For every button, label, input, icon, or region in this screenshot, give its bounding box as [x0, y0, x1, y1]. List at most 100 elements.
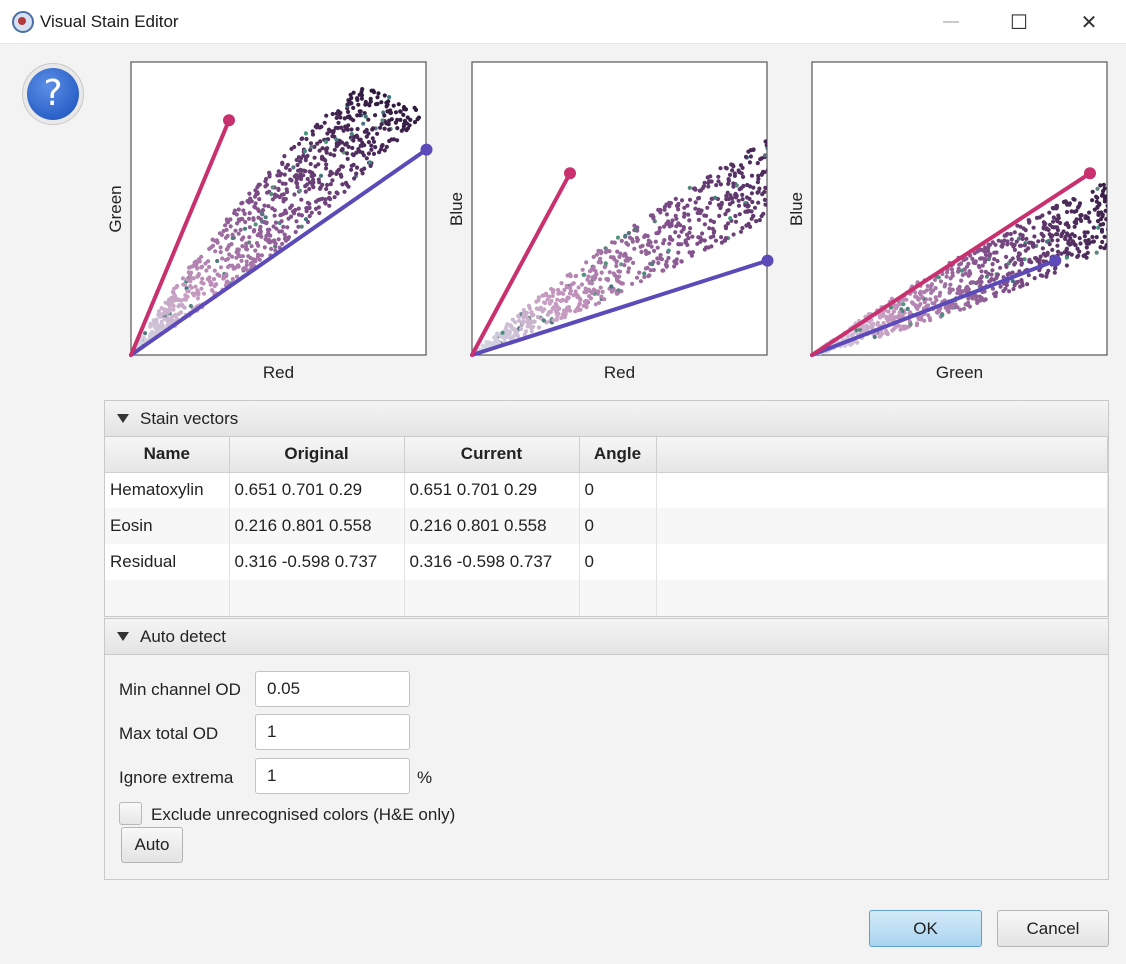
scatter-point	[1077, 236, 1082, 241]
scatter-point	[162, 316, 167, 321]
scatter-point	[340, 164, 345, 169]
cell-current: 0.216 0.801 0.558	[404, 508, 580, 544]
scatter-point	[309, 144, 314, 149]
scatter-point	[633, 226, 638, 232]
scatter-point	[313, 206, 319, 211]
scatter-point	[901, 302, 906, 307]
scatter-point	[668, 234, 673, 240]
scatter-point	[307, 180, 312, 185]
auto-detect-header[interactable]: Auto detect	[105, 619, 1108, 655]
scatter-point	[702, 213, 707, 218]
scatter-point	[294, 180, 299, 185]
scatter-point	[1085, 250, 1090, 255]
scatter-point	[318, 185, 323, 190]
scatter-point	[958, 307, 963, 312]
scatter-point	[938, 290, 943, 295]
ignore-extrema-input[interactable]	[255, 758, 410, 794]
scatter-point	[803, 130, 807, 134]
scatter-point	[789, 147, 793, 151]
scatter-point	[584, 289, 589, 294]
scatter-point	[1072, 209, 1077, 214]
scatter-point	[233, 265, 238, 270]
scatter-point	[617, 269, 623, 274]
stain-vector-handle-hematoxylin[interactable]	[761, 254, 774, 267]
exclude-unrecognised-checkbox[interactable]	[119, 802, 142, 825]
scatter-point	[964, 264, 970, 269]
exclude-unrecognised-label[interactable]: Exclude unrecognised colors (H&E only)	[151, 805, 455, 825]
scatter-point	[379, 100, 384, 105]
table-row[interactable]: Hematoxylin 0.651 0.701 0.29 0.651 0.701…	[105, 472, 1108, 508]
stain-vector-handle-eosin[interactable]	[223, 114, 235, 127]
scatter-point	[225, 256, 231, 261]
scatter-point	[1071, 196, 1076, 202]
scatter-point	[221, 228, 226, 234]
scatter-point	[623, 233, 628, 238]
scatter-point	[345, 102, 350, 107]
scatter-point	[604, 248, 610, 253]
stain-vector-handle-hematoxylin[interactable]	[420, 143, 433, 156]
scatter-point	[391, 103, 396, 108]
scatter-point	[223, 223, 228, 228]
scatter-point	[1075, 246, 1080, 251]
scatter-point	[714, 183, 719, 188]
scatter-point	[1121, 225, 1125, 229]
scatter-point	[328, 152, 333, 157]
scatter-point	[317, 180, 322, 185]
scatter-point	[361, 121, 366, 126]
scatter-point	[623, 252, 628, 258]
scatter-point	[535, 315, 541, 320]
scatter-point	[293, 229, 298, 235]
column-header-name[interactable]: Name	[105, 437, 230, 473]
stain-vector-handle-eosin[interactable]	[564, 167, 576, 180]
scatter-point	[775, 150, 779, 154]
column-header-original[interactable]: Original	[229, 437, 405, 473]
stain-vector-handle-hematoxylin[interactable]	[1049, 254, 1062, 267]
scatter-point	[531, 312, 536, 317]
scatter-point	[1040, 213, 1045, 218]
cancel-button[interactable]: Cancel	[997, 910, 1109, 947]
scatter-point	[305, 153, 310, 158]
scatter-point	[696, 217, 702, 222]
stain-vectors-header[interactable]: Stain vectors	[105, 401, 1108, 437]
scatter-point	[253, 259, 258, 264]
scatter-point	[228, 224, 233, 229]
cell-filler	[656, 508, 1108, 544]
column-header-filler	[656, 437, 1108, 473]
scatter-point	[754, 219, 759, 224]
column-header-angle[interactable]: Angle	[579, 437, 657, 473]
scatter-point	[1030, 242, 1035, 247]
scatter-point	[988, 242, 993, 247]
min-channel-od-input[interactable]	[255, 671, 410, 707]
scatter-point	[1110, 214, 1114, 218]
auto-detect-title: Auto detect	[140, 626, 227, 646]
scatter-point	[772, 142, 776, 146]
scatter-point	[218, 245, 223, 250]
stain-vector-handle-eosin[interactable]	[1084, 167, 1096, 180]
scatter-point	[748, 154, 754, 159]
scatter-point	[264, 176, 269, 182]
scatter-point	[780, 142, 784, 146]
cell-name: Hematoxylin	[105, 472, 230, 508]
auto-button[interactable]: Auto	[121, 827, 183, 863]
scatter-point	[1050, 247, 1055, 252]
scatter-point	[688, 226, 693, 231]
scatter-point	[1020, 280, 1025, 285]
scatter-point	[743, 209, 748, 214]
scatter-point	[494, 331, 500, 336]
table-row[interactable]: Eosin 0.216 0.801 0.558 0.216 0.801 0.55…	[105, 508, 1108, 544]
scatter-point	[798, 126, 802, 130]
scatter-point	[646, 274, 651, 279]
scatter-point	[805, 136, 809, 140]
scatter-point	[247, 225, 252, 230]
scatter-point	[296, 206, 301, 211]
scatter-point	[324, 113, 329, 118]
scatter-point	[798, 141, 802, 145]
scatter-point	[225, 246, 230, 251]
scatter-point	[1117, 231, 1121, 235]
scatter-point	[687, 218, 692, 223]
max-total-od-input[interactable]	[255, 714, 410, 750]
column-header-current[interactable]: Current	[404, 437, 580, 473]
ok-button[interactable]: OK	[869, 910, 982, 947]
table-row[interactable]: Residual 0.316 -0.598 0.737 0.316 -0.598…	[105, 544, 1108, 580]
scatter-point	[757, 186, 762, 191]
